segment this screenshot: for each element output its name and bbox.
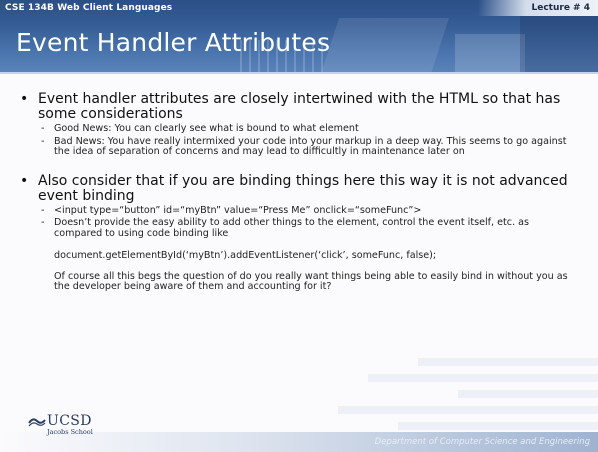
bullet-item: • Also consider that if you are binding … bbox=[18, 172, 578, 204]
sub-bullet: - <input type=“button” id=“myBtn” value=… bbox=[41, 204, 578, 217]
code-example: <input type=“button” id=“myBtn” value=“P… bbox=[54, 204, 422, 216]
logo-name: UCSD bbox=[47, 413, 92, 429]
sub-bullet-text: Good News: You can clearly see what is b… bbox=[54, 123, 359, 134]
bullet-item: • Event handler attributes are closely i… bbox=[18, 92, 578, 122]
sub-bullet-text: Doesn’t provide the easy ability to add … bbox=[54, 217, 530, 239]
header-decoration bbox=[520, 10, 598, 74]
bullet-icon: • bbox=[20, 91, 29, 107]
ucsd-wave-icon bbox=[28, 416, 46, 432]
sub-bullet: - Good News: You can clearly see what is… bbox=[41, 123, 578, 135]
footer-decoration bbox=[320, 358, 598, 438]
header-decoration bbox=[455, 34, 525, 74]
logo-subtitle: Jacobs School bbox=[47, 428, 93, 436]
bullet-text: Also consider that if you are binding th… bbox=[38, 172, 568, 204]
slide: CSE 134B Web Client Languages Lecture # … bbox=[0, 0, 598, 452]
slide-title: Event Handler Attributes bbox=[16, 28, 331, 57]
dash-icon: - bbox=[41, 135, 45, 147]
bullet-icon: • bbox=[20, 172, 29, 189]
ucsd-logo: UCSD Jacobs School bbox=[28, 412, 108, 438]
lecture-number: Lecture # 4 bbox=[531, 3, 591, 13]
header-divider bbox=[0, 72, 598, 74]
sub-bullet-text: Bad News: You have really intermixed you… bbox=[54, 135, 567, 157]
bullet-text: Event handler attributes are closely int… bbox=[38, 91, 561, 122]
header-decoration bbox=[320, 18, 450, 74]
slide-header: CSE 134B Web Client Languages Lecture # … bbox=[0, 0, 598, 74]
dash-icon: - bbox=[41, 123, 45, 134]
dash-icon: - bbox=[41, 217, 45, 228]
sub-bullet: - Doesn’t provide the easy ability to ad… bbox=[41, 217, 578, 239]
course-label: CSE 134B Web Client Languages bbox=[5, 3, 173, 13]
sub-bullet: - Bad News: You have really intermixed y… bbox=[41, 135, 578, 158]
sub-bullet-list: - <input type=“button” id=“myBtn” value=… bbox=[18, 204, 578, 240]
wave-glyph bbox=[28, 418, 46, 427]
department-label: Department of Computer Science and Engin… bbox=[374, 437, 590, 447]
closing-text: Of course all this begs the question of … bbox=[54, 270, 568, 292]
sub-bullet-list: - Good News: You can clearly see what is… bbox=[18, 123, 578, 158]
code-line: document.getElementById(‘myBtn’).addEven… bbox=[54, 250, 437, 261]
slide-content: • Event handler attributes are closely i… bbox=[18, 92, 578, 293]
dash-icon: - bbox=[41, 204, 45, 216]
